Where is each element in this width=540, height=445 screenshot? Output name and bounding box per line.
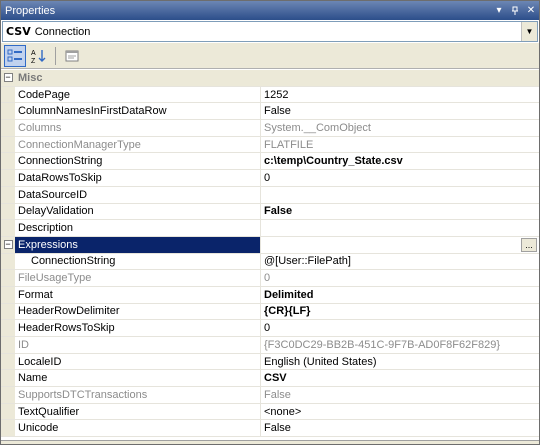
- property-value[interactable]: ...: [261, 237, 539, 253]
- property-row-format[interactable]: Format Delimited: [1, 286, 539, 304]
- property-name: Expressions: [15, 236, 261, 253]
- property-name: DataRowsToSkip: [15, 170, 261, 186]
- alphabetical-sort-icon: A Z: [31, 49, 46, 64]
- property-value[interactable]: 0: [261, 170, 539, 186]
- property-row-localeid[interactable]: LocaleID English (United States): [1, 353, 539, 371]
- property-value[interactable]: 1252: [261, 87, 539, 103]
- property-value: FLATFILE: [264, 138, 314, 151]
- properties-window: Properties ▾ ✕ CSV Connection ▼ A Z − Mi…: [0, 0, 540, 445]
- property-row-supportsdtctransactions[interactable]: SupportsDTCTransactions False: [1, 387, 539, 404]
- property-row-codepage[interactable]: CodePage 1252: [1, 86, 539, 104]
- property-name: Name: [15, 370, 261, 387]
- property-value[interactable]: False: [261, 103, 539, 119]
- property-value: System.__ComObject: [264, 121, 371, 134]
- categorized-button[interactable]: [4, 44, 26, 67]
- property-name: ID: [15, 337, 261, 353]
- property-name: Description: [15, 220, 261, 236]
- property-row-fileusagetype[interactable]: FileUsageType 0: [1, 270, 539, 287]
- property-value[interactable]: 0: [261, 320, 539, 336]
- property-name: SupportsDTCTransactions: [15, 387, 261, 403]
- property-name: HeaderRowDelimiter: [15, 303, 261, 320]
- property-value[interactable]: False: [261, 204, 539, 220]
- property-row-delayvalidation[interactable]: DelayValidation False: [1, 203, 539, 221]
- property-value[interactable]: {CR}{LF}: [261, 304, 539, 320]
- property-value: 0: [264, 272, 271, 285]
- property-row-headerrowdelimiter[interactable]: HeaderRowDelimiter {CR}{LF}: [1, 303, 539, 321]
- property-value[interactable]: <none>: [261, 404, 539, 420]
- property-name: LocaleID: [15, 353, 261, 370]
- property-name: ConnectionManagerType: [15, 136, 261, 153]
- property-row-name[interactable]: Name CSV: [1, 370, 539, 388]
- property-row-expression-connectionstring[interactable]: ConnectionString @[User::FilePath]: [1, 253, 539, 271]
- chevron-down-icon[interactable]: ▼: [521, 22, 537, 41]
- property-pages-icon: [65, 50, 79, 61]
- property-row-description[interactable]: Description: [1, 220, 539, 237]
- title-bar: Properties ▾ ✕: [1, 1, 539, 20]
- collapse-icon[interactable]: −: [3, 73, 13, 83]
- property-value[interactable]: Delimited: [261, 287, 539, 303]
- property-name: ConnectionString: [15, 253, 261, 270]
- object-type: Connection: [34, 25, 91, 38]
- property-row-datarowstoskip[interactable]: DataRowsToSkip 0: [1, 170, 539, 187]
- property-pages-button[interactable]: [61, 45, 83, 67]
- categorized-icon: [7, 49, 22, 61]
- property-value[interactable]: @[User::FilePath]: [261, 254, 539, 270]
- property-name: Columns: [15, 120, 261, 136]
- property-value[interactable]: False: [261, 420, 539, 436]
- property-row-datasourceid[interactable]: DataSourceID: [1, 186, 539, 204]
- property-name: ConnectionString: [15, 153, 261, 170]
- property-row-columns[interactable]: Columns System.__ComObject: [1, 120, 539, 137]
- property-row-expressions[interactable]: − Expressions ...: [1, 236, 539, 254]
- svg-text:A: A: [31, 50, 36, 57]
- property-value[interactable]: c:\temp\Country_State.csv: [261, 153, 539, 169]
- property-value: {F3C0DC29-BB2B-451C-9F7B-AD0F8F62F829}: [264, 338, 501, 351]
- expressions-ellipsis-button[interactable]: ...: [521, 237, 537, 252]
- property-row-connectionstring[interactable]: ConnectionString c:\temp\Country_State.c…: [1, 153, 539, 171]
- property-name: Format: [15, 286, 261, 303]
- collapse-icon[interactable]: −: [3, 240, 13, 250]
- description-splitter[interactable]: [1, 440, 539, 444]
- pin-icon[interactable]: [507, 3, 523, 19]
- property-name: CodePage: [15, 86, 261, 103]
- property-name: DataSourceID: [15, 186, 261, 203]
- svg-text:Z: Z: [31, 58, 36, 64]
- close-icon[interactable]: ✕: [523, 3, 539, 19]
- property-row-id[interactable]: ID {F3C0DC29-BB2B-451C-9F7B-AD0F8F62F829…: [1, 337, 539, 354]
- property-row-textqualifier[interactable]: TextQualifier <none>: [1, 403, 539, 421]
- alphabetical-button[interactable]: A Z: [28, 45, 50, 67]
- property-value[interactable]: [261, 220, 539, 236]
- property-row-headerrowstoskip[interactable]: HeaderRowsToSkip 0: [1, 320, 539, 337]
- property-value[interactable]: CSV: [261, 370, 539, 386]
- property-row-connectionmanagertype[interactable]: ConnectionManagerType FLATFILE: [1, 136, 539, 154]
- property-grid: − Misc CodePage 1252 ColumnNamesInFirstD…: [1, 70, 539, 440]
- category-label: Misc: [18, 71, 43, 84]
- object-selector[interactable]: CSV Connection ▼: [2, 21, 538, 42]
- property-name: FileUsageType: [15, 270, 261, 286]
- property-name: HeaderRowsToSkip: [15, 320, 261, 336]
- property-value[interactable]: [261, 187, 539, 203]
- property-name: ColumnNamesInFirstDataRow: [15, 103, 261, 120]
- property-name: DelayValidation: [15, 203, 261, 220]
- property-value[interactable]: English (United States): [261, 354, 539, 370]
- property-row-unicode[interactable]: Unicode False: [1, 420, 539, 438]
- property-row-columnnamesinfirstdatarow[interactable]: ColumnNamesInFirstDataRow False: [1, 103, 539, 121]
- object-name: CSV: [6, 25, 31, 38]
- category-misc[interactable]: − Misc: [1, 70, 539, 87]
- toolbar-separator: [55, 46, 56, 65]
- property-name: TextQualifier: [15, 403, 261, 420]
- window-menu-icon[interactable]: ▾: [491, 3, 507, 19]
- window-title: Properties: [5, 4, 56, 17]
- property-name: Unicode: [15, 420, 261, 437]
- property-value: False: [264, 388, 291, 401]
- properties-toolbar: A Z: [1, 43, 539, 69]
